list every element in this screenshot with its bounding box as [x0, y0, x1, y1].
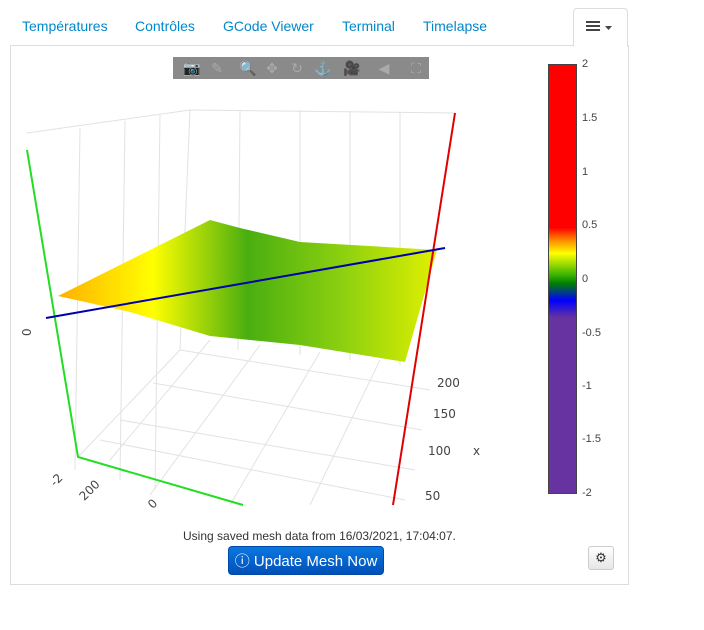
hover-icon[interactable]: ◀: [375, 60, 393, 76]
x-tick: 100: [428, 444, 451, 458]
reset-camera-icon[interactable]: 🎥: [343, 60, 361, 76]
colorbar-tick: -1.5: [582, 433, 601, 445]
y-tick: 0: [145, 496, 160, 511]
x-tick: 200: [437, 376, 460, 390]
colorbar-tick: 0: [582, 273, 589, 285]
info-icon: ⓘ: [234, 553, 250, 570]
colorbar-tick: 0.5: [582, 219, 598, 231]
colorbar-tick: 1.5: [582, 112, 598, 124]
axis-tick-partial: 0: [20, 328, 34, 336]
y-tick: 200: [77, 477, 103, 503]
mesh-surface[interactable]: [58, 220, 437, 362]
colorbar-tick: 1: [582, 166, 589, 178]
turntable-icon[interactable]: ⚓: [314, 60, 332, 76]
camera-icon[interactable]: 📷: [183, 60, 201, 76]
pan-icon[interactable]: ✥: [263, 60, 281, 76]
gear-icon: ⚙: [595, 550, 607, 565]
zoom-icon[interactable]: 🔍: [239, 60, 257, 76]
mesh-status-text: Using saved mesh data from 16/03/2021, 1…: [183, 529, 456, 543]
colorbar-tick: -0.5: [582, 327, 601, 339]
fullscreen-icon[interactable]: ⛶: [407, 60, 425, 76]
orbit-icon[interactable]: ↻: [288, 60, 306, 76]
colorbar-tick: -2: [582, 487, 592, 499]
settings-button[interactable]: ⚙: [588, 546, 614, 570]
update-mesh-button[interactable]: ⓘ Update Mesh Now: [228, 546, 384, 575]
x-axis-label: x: [473, 444, 480, 458]
x-tick: 50: [425, 489, 440, 503]
plot-modebar: 📷 ✎ 🔍 ✥ ↻ ⚓ 🎥 ◀ ⛶: [173, 57, 429, 79]
x-tick: 150: [433, 407, 456, 421]
pencil-icon[interactable]: ✎: [208, 60, 226, 76]
colorbar: [548, 64, 577, 494]
colorbar-tick: -1: [582, 380, 592, 392]
z-tick: -2: [47, 471, 65, 489]
update-mesh-label: Update Mesh Now: [253, 553, 378, 570]
colorbar-tick: 2: [582, 58, 589, 70]
